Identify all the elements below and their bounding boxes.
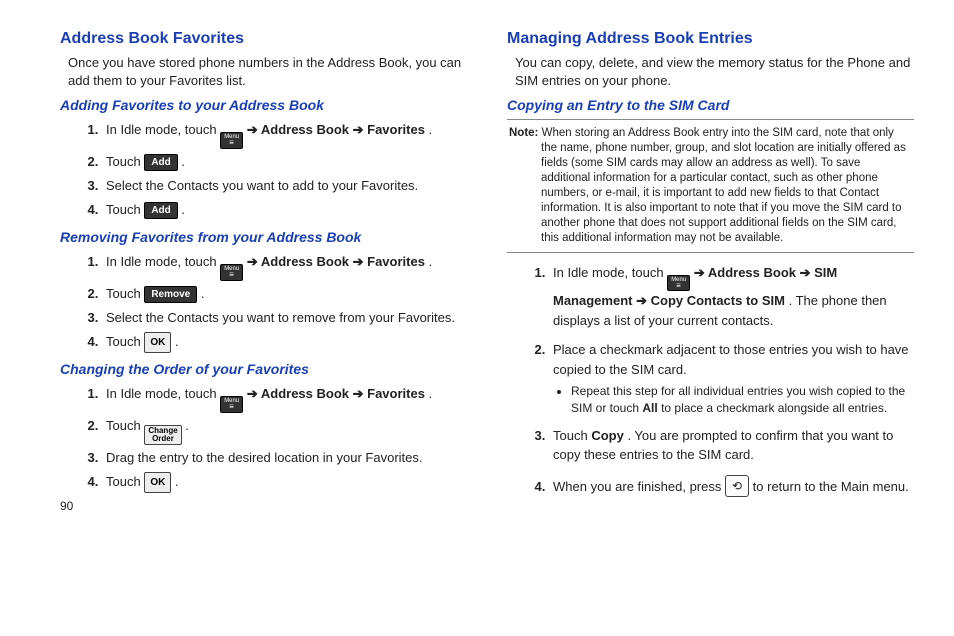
- step: Select the Contacts you want to remove f…: [102, 307, 467, 329]
- add-button-icon: Add: [144, 202, 177, 219]
- steps-copying: In Idle mode, touch Menu≡ ➔ Address Book…: [507, 263, 914, 497]
- text: Touch: [106, 418, 144, 433]
- text: All: [642, 401, 657, 415]
- arrow: ➔: [353, 386, 368, 401]
- arrow: ➔: [247, 122, 261, 137]
- text: Touch: [553, 428, 591, 443]
- text: In Idle mode, touch: [553, 265, 667, 280]
- nav-item: Copy Contacts to SIM: [651, 293, 785, 308]
- text: .: [181, 202, 185, 217]
- text: Touch: [106, 286, 144, 301]
- text: .: [175, 334, 179, 349]
- note-text: When storing an Address Book entry into …: [538, 127, 905, 244]
- left-column: Address Book Favorites Once you have sto…: [60, 30, 467, 626]
- arrow: ➔: [353, 122, 368, 137]
- steps-adding: In Idle mode, touch Menu≡ ➔ Address Book…: [60, 119, 467, 221]
- steps-removing: In Idle mode, touch Menu≡ ➔ Address Book…: [60, 251, 467, 353]
- remove-button-icon: Remove: [144, 286, 197, 303]
- step: In Idle mode, touch Menu≡ ➔ Address Book…: [102, 251, 467, 281]
- text: Touch: [106, 334, 144, 349]
- heading-copying-sim: Copying an Entry to the SIM Card: [507, 97, 914, 113]
- arrow: ➔: [247, 254, 261, 269]
- text: .: [181, 154, 185, 169]
- arrow: ➔: [636, 293, 651, 308]
- text: .: [429, 122, 433, 137]
- menu-icon: Menu≡: [220, 264, 243, 281]
- step: Drag the entry to the desired location i…: [102, 447, 467, 469]
- add-button-icon: Add: [144, 154, 177, 171]
- menu-icon: Menu≡: [220, 132, 243, 149]
- step: Select the Contacts you want to add to y…: [102, 175, 467, 197]
- text: .: [201, 286, 205, 301]
- heading-favorites: Address Book Favorites: [60, 30, 467, 48]
- text: In Idle mode, touch: [106, 386, 220, 401]
- text: .: [429, 254, 433, 269]
- text: Touch: [106, 202, 144, 217]
- menu-icon: Menu≡: [220, 396, 243, 413]
- text: Order: [152, 435, 174, 443]
- heading-changing-order: Changing the Order of your Favorites: [60, 361, 467, 377]
- change-order-button-icon: Change Order: [144, 425, 181, 445]
- step: Place a checkmark adjacent to those entr…: [549, 340, 914, 415]
- heading-removing: Removing Favorites from your Address Boo…: [60, 229, 467, 245]
- step: Touch Add .: [102, 151, 467, 173]
- nav-item: Favorites: [367, 254, 425, 269]
- right-column: Managing Address Book Entries You can co…: [507, 30, 914, 626]
- manual-page: Address Book Favorites Once you have sto…: [0, 0, 954, 636]
- nav-item: Address Book: [708, 265, 796, 280]
- text: Copy: [591, 428, 624, 443]
- text: Place a checkmark adjacent to those entr…: [553, 342, 909, 377]
- text: When you are finished, press: [553, 479, 725, 494]
- text: to return to the Main menu.: [753, 479, 909, 494]
- menu-bars: ≡: [229, 141, 234, 146]
- text: Touch: [106, 154, 144, 169]
- step: In Idle mode, touch Menu≡ ➔ Address Book…: [102, 119, 467, 149]
- step: Touch Change Order .: [102, 415, 467, 445]
- sub-bullets: Repeat this step for all individual entr…: [553, 383, 914, 415]
- step: Touch Copy . You are prompted to confirm…: [549, 426, 914, 465]
- menu-icon: Menu≡: [667, 275, 690, 292]
- intro-managing: You can copy, delete, and view the memor…: [515, 54, 914, 89]
- page-number: 90: [60, 499, 467, 513]
- step: Touch OK .: [102, 331, 467, 353]
- nav-item: Address Book: [261, 122, 349, 137]
- step: In Idle mode, touch Menu≡ ➔ Address Book…: [102, 383, 467, 413]
- text: Touch: [106, 474, 144, 489]
- arrow: ➔: [247, 386, 261, 401]
- step: When you are finished, press ⟲ to return…: [549, 475, 914, 497]
- menu-bars: ≡: [229, 405, 234, 410]
- note-box: Note: When storing an Address Book entry…: [507, 119, 914, 253]
- return-icon: ⟲: [725, 475, 749, 497]
- sub-bullet: Repeat this step for all individual entr…: [571, 383, 914, 415]
- step: Touch OK .: [102, 471, 467, 493]
- nav-item: Favorites: [367, 386, 425, 401]
- heading-adding: Adding Favorites to your Address Book: [60, 97, 467, 113]
- intro-favorites: Once you have stored phone numbers in th…: [68, 54, 467, 89]
- ok-button-icon: OK: [144, 332, 171, 353]
- note-label: Note:: [509, 127, 538, 139]
- step: Touch Add .: [102, 199, 467, 221]
- step: In Idle mode, touch Menu≡ ➔ Address Book…: [549, 263, 914, 331]
- ok-button-icon: OK: [144, 472, 171, 493]
- menu-bars: ≡: [676, 284, 681, 289]
- steps-changing: In Idle mode, touch Menu≡ ➔ Address Book…: [60, 383, 467, 493]
- menu-bars: ≡: [229, 273, 234, 278]
- nav-item: Address Book: [261, 386, 349, 401]
- text: .: [429, 386, 433, 401]
- nav-item: Favorites: [367, 122, 425, 137]
- text: In Idle mode, touch: [106, 254, 220, 269]
- step: Touch Remove .: [102, 283, 467, 305]
- nav-item: Address Book: [261, 254, 349, 269]
- arrow: ➔: [800, 265, 815, 280]
- heading-managing: Managing Address Book Entries: [507, 30, 914, 48]
- text: to place a checkmark alongside all entri…: [661, 401, 887, 415]
- arrow: ➔: [694, 265, 708, 280]
- text: In Idle mode, touch: [106, 122, 220, 137]
- arrow: ➔: [353, 254, 368, 269]
- text: .: [185, 418, 189, 433]
- text: .: [175, 474, 179, 489]
